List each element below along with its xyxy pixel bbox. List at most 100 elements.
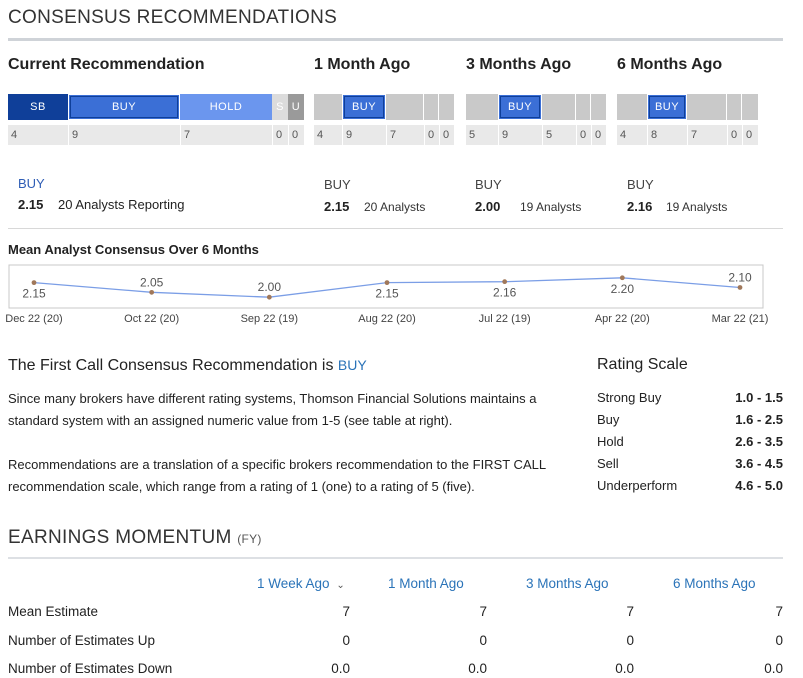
bar-label: BUY xyxy=(507,101,533,113)
data-point xyxy=(31,280,37,286)
first-call-title: The First Call Consensus Recommendation … xyxy=(8,357,367,375)
bar-segment-underperform xyxy=(439,94,454,120)
count-cell: 7 xyxy=(180,125,272,145)
current-counts: 4 9 7 0 0 xyxy=(8,125,304,145)
bar-segment-buy-active: BUY xyxy=(647,94,687,120)
data-label: 2.15 xyxy=(375,287,399,301)
col-6-months-ago[interactable]: 6 Months Ago xyxy=(673,576,756,591)
count-cell: 5 xyxy=(542,125,576,145)
data-point xyxy=(502,279,508,285)
table-cell: 7 xyxy=(479,604,487,619)
rating-scale-table: Strong Buy 1.0 - 1.5 Buy 1.6 - 2.5 Hold 2.6… xyxy=(597,387,783,497)
section-rule xyxy=(8,557,783,559)
table-cell: 0.0 xyxy=(764,661,783,676)
col-3-months-ago[interactable]: 3 Months Ago xyxy=(526,576,609,591)
bar-segment-hold xyxy=(687,94,727,120)
rating-scale-title: Rating Scale xyxy=(597,356,688,373)
col-header-label: 1 Week Ago xyxy=(257,576,330,591)
bar-3-months: BUY xyxy=(466,94,606,120)
bar-segment-buy-active: BUY xyxy=(342,94,386,120)
data-point xyxy=(384,280,390,286)
bar-segment-sb xyxy=(466,94,498,120)
count-cell: 9 xyxy=(342,125,386,145)
current-analysts: 20 Analysts Reporting xyxy=(58,197,185,212)
col-1-week-ago[interactable]: 1 Week Ago ⌄ xyxy=(257,576,345,591)
heading-current: Current Recommendation xyxy=(8,56,205,73)
table-cell: 0.0 xyxy=(615,661,634,676)
bar-segment-hold xyxy=(386,94,424,120)
trend-title: Mean Analyst Consensus Over 6 Months xyxy=(8,242,259,257)
rating-range: 4.6 - 5.0 xyxy=(735,478,783,493)
count-cell: 4 xyxy=(11,129,18,141)
heading-1-month: 1 Month Ago xyxy=(314,56,411,73)
rating-scale-row: Sell 3.6 - 4.5 xyxy=(597,453,783,475)
col-1-month-ago[interactable]: 1 Month Ago xyxy=(388,576,464,591)
rating-range: 2.6 - 3.5 xyxy=(735,434,783,449)
analysts-6-months: 19 Analysts xyxy=(666,200,728,214)
chevron-down-icon: ⌄ xyxy=(336,580,345,591)
score-1-month: 2.15 xyxy=(324,199,350,214)
current-rating: BUY xyxy=(18,176,45,191)
count-cell: 0 xyxy=(288,125,304,145)
heading-6-months: 6 Months Ago xyxy=(617,56,723,73)
score-3-months: 2.00 xyxy=(475,199,501,214)
table-cell: 0 xyxy=(342,633,350,648)
x-tick-label: Mar 22 (21) xyxy=(712,313,769,325)
data-point xyxy=(737,285,743,290)
bar-6-months: BUY xyxy=(617,94,758,120)
first-call-rating: BUY xyxy=(337,357,367,373)
data-label: 2.16 xyxy=(493,286,517,300)
counts-6-months: 4 8 7 0 0 xyxy=(617,125,758,145)
first-call-paragraph-2: Recommendations are a translation of a s… xyxy=(8,457,546,494)
analysts-1-month: 20 Analysts xyxy=(364,200,426,214)
bar-segment-sell xyxy=(727,94,742,120)
current-score: 2.15 xyxy=(18,197,44,212)
divider xyxy=(8,228,783,229)
rating-name: Underperform xyxy=(597,478,678,493)
bar-segment-underperform xyxy=(742,94,758,120)
rating-range: 3.6 - 4.5 xyxy=(735,456,783,471)
bar-segment-hold: HOLD xyxy=(180,94,272,120)
first-call-title-text: The First Call Consensus Recommendation … xyxy=(8,357,334,374)
rating-scale-row: Strong Buy 1.0 - 1.5 xyxy=(597,387,783,409)
bar-1-month: BUY xyxy=(314,94,454,120)
count-cell: 5 xyxy=(469,129,476,141)
rating-6-months: BUY xyxy=(627,177,654,192)
bar-label: BUY xyxy=(111,101,137,113)
rating-range: 1.0 - 1.5 xyxy=(735,390,783,405)
x-tick-label: Jul 22 (19) xyxy=(479,313,531,325)
section-title-earnings: EARNINGS MOMENTUM (FY) xyxy=(8,527,262,549)
bar-segment-hold xyxy=(542,94,576,120)
rating-name: Hold xyxy=(597,434,624,449)
analysts-3-months: 19 Analysts xyxy=(520,200,582,214)
bar-segment-sell: S xyxy=(272,94,288,120)
count-cell: 0 xyxy=(576,125,591,145)
count-cell: 0 xyxy=(727,125,742,145)
row-label-estimates-up: Number of Estimates Up xyxy=(8,633,156,648)
row-label-mean-estimate: Mean Estimate xyxy=(8,604,99,619)
count-cell: 4 xyxy=(620,129,627,141)
bar-segment-sell xyxy=(576,94,591,120)
count-cell: 7 xyxy=(687,125,727,145)
data-label: 2.00 xyxy=(258,280,282,294)
table-cell: 7 xyxy=(342,604,350,619)
score-6-months: 2.16 xyxy=(627,199,653,214)
first-call-paragraph-1: Since many brokers have different rating… xyxy=(8,391,537,428)
rating-1-month: BUY xyxy=(324,177,351,192)
data-label: 2.15 xyxy=(22,287,46,301)
count-cell: 0 xyxy=(742,125,758,145)
bar-segment-underperform xyxy=(591,94,606,120)
count-cell: 9 xyxy=(68,125,180,145)
count-cell: 7 xyxy=(386,125,424,145)
rating-range: 1.6 - 2.5 xyxy=(735,412,783,427)
x-tick-label: Oct 22 (20) xyxy=(124,313,179,325)
counts-3-months: 5 9 5 0 0 xyxy=(466,125,606,145)
table-cell: 7 xyxy=(775,604,783,619)
bar-segment-sb xyxy=(617,94,647,120)
earnings-suffix: (FY) xyxy=(237,532,262,546)
bar-segment-buy-active: BUY xyxy=(68,94,180,120)
count-cell: 0 xyxy=(424,125,439,145)
section-rule xyxy=(8,38,783,41)
table-cell: 0 xyxy=(626,633,634,648)
rating-scale-row: Hold 2.6 - 3.5 xyxy=(597,431,783,453)
